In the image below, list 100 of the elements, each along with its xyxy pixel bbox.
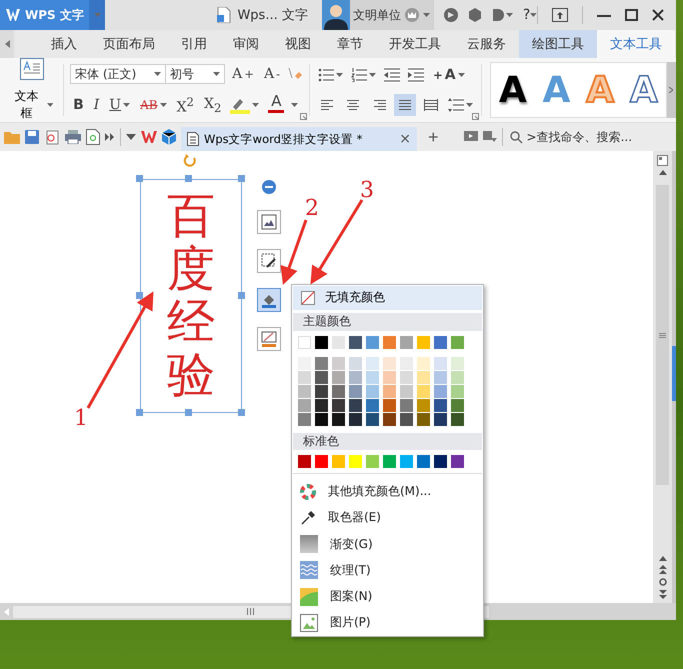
align-button[interactable]: [394, 94, 416, 116]
color-swatch[interactable]: [434, 398, 447, 412]
new-tab-button[interactable]: +: [422, 126, 445, 148]
ribbon-tab[interactable]: 视图: [272, 30, 324, 58]
font-color-button[interactable]: A: [265, 93, 288, 117]
color-swatch[interactable]: [332, 398, 345, 412]
color-swatch[interactable]: [451, 455, 464, 468]
color-swatch[interactable]: [434, 384, 447, 398]
color-swatch[interactable]: [332, 455, 345, 468]
fill-button[interactable]: [257, 288, 281, 312]
color-swatch[interactable]: [400, 336, 413, 349]
color-swatch[interactable]: [383, 356, 396, 370]
ribbon-tab[interactable]: 引用: [168, 30, 220, 58]
color-swatch[interactable]: [451, 398, 464, 412]
color-swatch[interactable]: [383, 336, 396, 349]
color-swatch[interactable]: [434, 412, 447, 426]
color-swatch[interactable]: [298, 398, 311, 412]
menu-item[interactable]: 图案(N): [292, 583, 483, 610]
resize-handle[interactable]: [185, 409, 192, 416]
resize-handle[interactable]: [136, 292, 143, 299]
ribbon-tab[interactable]: 云服务: [454, 30, 519, 58]
color-swatch[interactable]: [332, 356, 345, 370]
color-swatch[interactable]: [298, 384, 311, 398]
color-swatch[interactable]: [451, 356, 464, 370]
dialog-launcher-icon[interactable]: [300, 113, 308, 120]
resize-handle[interactable]: [238, 292, 245, 299]
color-swatch[interactable]: [417, 384, 430, 398]
maximize-icon[interactable]: [625, 9, 638, 21]
color-swatch[interactable]: [434, 336, 447, 349]
hexagon-icon[interactable]: [468, 8, 482, 22]
format-button[interactable]: X$^{2}$: [174, 94, 197, 116]
ribbon-tab[interactable]: 文本工具: [597, 30, 675, 58]
help-button[interactable]: ?: [522, 7, 530, 23]
outline-button[interactable]: [257, 327, 281, 351]
ribbon-tab[interactable]: 开发工具: [376, 30, 454, 58]
color-swatch[interactable]: [332, 412, 345, 426]
resize-handle[interactable]: [238, 409, 245, 416]
resize-handle[interactable]: [136, 175, 143, 182]
scroll-left-icon[interactable]: [4, 40, 10, 48]
collapse-button[interactable]: [261, 179, 277, 195]
color-swatch[interactable]: [298, 370, 311, 384]
eraser-icon[interactable]: [287, 66, 304, 82]
color-swatch[interactable]: [332, 336, 345, 349]
color-swatch[interactable]: [451, 384, 464, 398]
save-icon[interactable]: [25, 130, 39, 144]
color-swatch[interactable]: [417, 356, 430, 370]
resize-handle[interactable]: [185, 175, 192, 182]
color-swatch[interactable]: [417, 398, 430, 412]
font-size-field[interactable]: 初号: [165, 64, 226, 84]
rotate-handle-icon[interactable]: [183, 154, 197, 168]
color-swatch[interactable]: [349, 384, 362, 398]
color-swatch[interactable]: [400, 384, 413, 398]
cube-icon[interactable]: [162, 129, 176, 145]
print-preview-icon[interactable]: [86, 129, 100, 145]
color-swatch[interactable]: [349, 412, 362, 426]
color-swatch[interactable]: [349, 370, 362, 384]
ribbon-tab[interactable]: 页面布局: [90, 30, 168, 58]
color-swatch[interactable]: [315, 384, 328, 398]
resize-handle[interactable]: [136, 409, 143, 416]
color-swatch[interactable]: [400, 398, 413, 412]
scrollbar-thumb[interactable]: [656, 185, 669, 485]
color-swatch[interactable]: [417, 370, 430, 384]
color-swatch[interactable]: [332, 370, 345, 384]
text-box[interactable]: 百度经验: [140, 179, 242, 413]
format-button[interactable]: I: [90, 94, 102, 116]
color-swatch[interactable]: [315, 398, 328, 412]
color-swatch[interactable]: [315, 336, 328, 349]
menu-item[interactable]: 取色器(E): [292, 504, 483, 531]
more-icon[interactable]: [105, 133, 115, 141]
menu-item[interactable]: 纹理(T): [292, 557, 483, 584]
color-swatch[interactable]: [315, 455, 328, 468]
avatar-icon[interactable]: [322, 0, 350, 30]
resize-handle[interactable]: [238, 175, 245, 182]
color-swatch[interactable]: [366, 356, 379, 370]
color-swatch[interactable]: [417, 336, 430, 349]
ribbon-tab[interactable]: 章节: [324, 30, 376, 58]
menu-item[interactable]: 其他填充颜色(M)...: [292, 478, 483, 505]
color-swatch[interactable]: [349, 398, 362, 412]
color-swatch[interactable]: [400, 455, 413, 468]
document-tab[interactable]: Wps文字word竖排文字设置 * ×: [181, 127, 417, 151]
page-up-icon[interactable]: [658, 565, 666, 574]
color-swatch[interactable]: [451, 336, 464, 349]
close-icon[interactable]: [652, 9, 664, 21]
color-swatch[interactable]: [383, 412, 396, 426]
menu-item[interactable]: 渐变(G): [292, 530, 483, 558]
d-shape-icon[interactable]: [492, 8, 506, 22]
color-swatch[interactable]: [451, 412, 464, 426]
font-name-field[interactable]: 宋体 (正文): [70, 64, 166, 84]
pdf-export-icon[interactable]: [44, 129, 60, 145]
color-swatch[interactable]: [400, 412, 413, 426]
format-button[interactable]: AB: [137, 94, 170, 116]
format-button[interactable]: X$_{2}$: [200, 94, 224, 116]
w-logo-icon[interactable]: [141, 131, 157, 143]
color-swatch[interactable]: [315, 412, 328, 426]
color-swatch[interactable]: [383, 370, 396, 384]
format-button[interactable]: B: [70, 94, 87, 116]
color-swatch[interactable]: [383, 398, 396, 412]
color-swatch[interactable]: [434, 455, 447, 468]
color-swatch[interactable]: [349, 336, 362, 349]
color-swatch[interactable]: [434, 370, 447, 384]
